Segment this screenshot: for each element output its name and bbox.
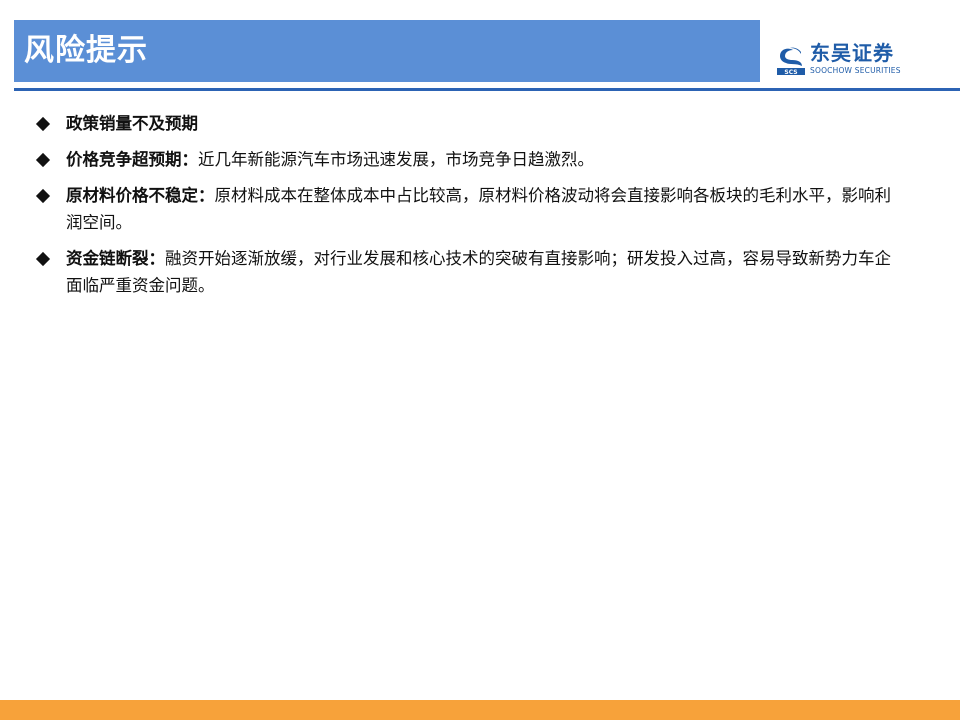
risk-item-funding: 资金链断裂：融资开始逐渐放缓，对行业发展和核心技术的突破有直接影响；研发投入过高… — [35, 245, 906, 299]
bullet-text: 近几年新能源汽车市场迅速发展，市场竞争日趋激烈。 — [198, 150, 594, 169]
title-bar: 风险提示 — [14, 20, 760, 82]
bullet-label: 资金链断裂： — [66, 249, 165, 268]
slide: 风险提示 SCS 东吴证券 SOOCHOW SECURITIES 政策销量不及预… — [0, 0, 960, 720]
header-divider — [14, 88, 960, 91]
company-logo: SCS 东吴证券 SOOCHOW SECURITIES — [776, 42, 916, 78]
logo-name: 东吴证券 — [810, 41, 894, 65]
diamond-bullet-icon — [35, 251, 51, 267]
diamond-bullet-icon — [35, 152, 51, 168]
bullet-label: 价格竞争超预期： — [66, 150, 198, 169]
bullet-label: 政策销量不及预期 — [66, 114, 198, 133]
footer-bar — [0, 700, 960, 720]
risk-item-raw-material: 原材料价格不稳定：原材料成本在整体成本中占比较高，原材料价格波动将会直接影响各板… — [35, 182, 906, 236]
diamond-bullet-icon — [35, 188, 51, 204]
page-title: 风险提示 — [24, 33, 148, 68]
logo-mark-text: SCS — [784, 69, 797, 76]
bullet-text: 融资开始逐渐放缓，对行业发展和核心技术的突破有直接影响；研发投入过高，容易导致新… — [66, 249, 891, 295]
risk-list: 政策销量不及预期 价格竞争超预期：近几年新能源汽车市场迅速发展，市场竞争日趋激烈… — [35, 110, 906, 308]
risk-item-price-competition: 价格竞争超预期：近几年新能源汽车市场迅速发展，市场竞争日趋激烈。 — [35, 146, 906, 173]
diamond-bullet-icon — [35, 116, 51, 132]
logo-subtitle: SOOCHOW SECURITIES — [810, 66, 901, 75]
logo-mark-icon: SCS — [777, 47, 805, 76]
risk-item-policy: 政策销量不及预期 — [35, 110, 906, 137]
bullet-label: 原材料价格不稳定： — [66, 186, 215, 205]
